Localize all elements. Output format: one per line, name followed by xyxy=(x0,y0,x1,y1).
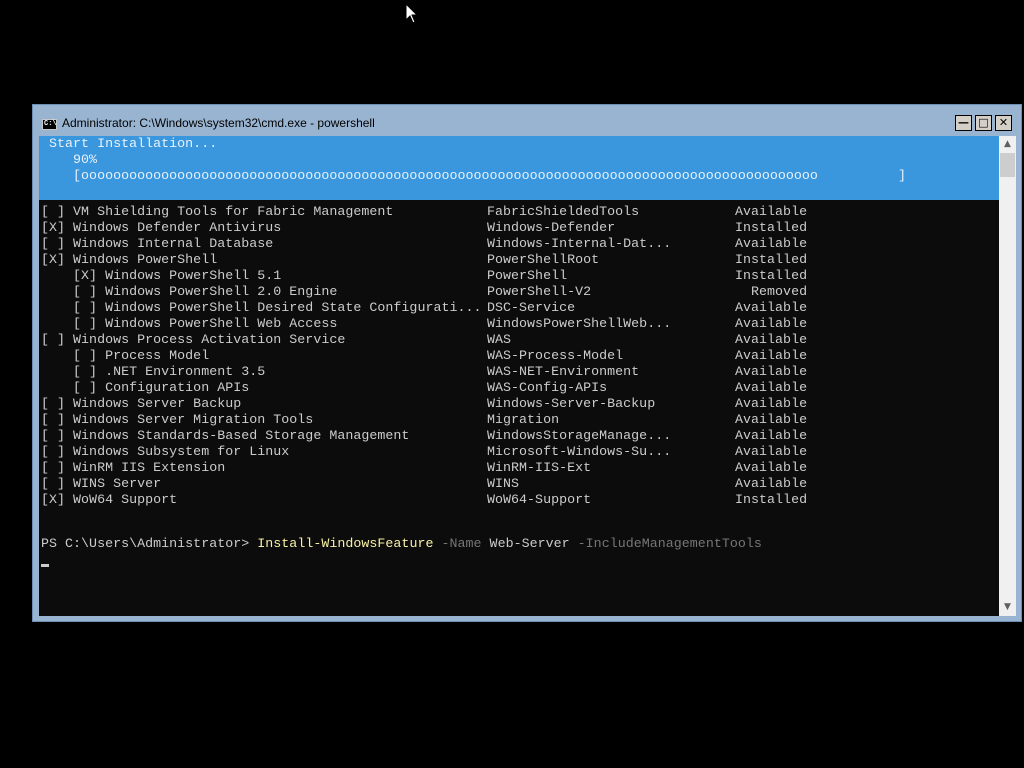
feature-install-state: Available xyxy=(735,364,808,379)
feature-name: FabricShieldedTools xyxy=(487,204,640,219)
feature-display-name: [ ] WinRM IIS Extension xyxy=(41,460,226,475)
scroll-up-arrow-icon[interactable]: ▲ xyxy=(999,136,1016,153)
feature-display-name: [ ] VM Shielding Tools for Fabric Manage… xyxy=(41,204,394,219)
feature-install-state: Available xyxy=(735,428,808,443)
vertical-scrollbar[interactable]: ▲ ▼ xyxy=(999,136,1016,616)
feature-display-name: [ ] Windows Standards-Based Storage Mana… xyxy=(41,428,410,443)
feature-install-state: Available xyxy=(735,412,808,427)
text-cursor xyxy=(41,564,49,567)
feature-install-state: Installed xyxy=(735,252,808,267)
feature-display-name: [ ] Process Model xyxy=(41,348,210,363)
window-title: Administrator: C:\Windows\system32\cmd.e… xyxy=(62,116,375,130)
feature-install-state: Available xyxy=(735,476,808,491)
progress-percent: 90% xyxy=(41,152,98,167)
feature-install-state: Available xyxy=(735,204,808,219)
feature-name: WAS-NET-Environment xyxy=(487,364,640,379)
feature-name: Windows-Server-Backup xyxy=(487,396,656,411)
feature-name: Migration xyxy=(487,412,560,427)
feature-name: WindowsPowerShellWeb... xyxy=(487,316,672,331)
feature-name: WinRM-IIS-Ext xyxy=(487,460,592,475)
command-prompt[interactable]: PS C:\Users\Administrator> Install-Windo… xyxy=(41,536,762,552)
prompt-path: PS C:\Users\Administrator> xyxy=(41,536,258,551)
powershell-window[interactable]: C:\ Administrator: C:\Windows\system32\c… xyxy=(32,104,1022,622)
feature-name: WINS xyxy=(487,476,520,491)
command-param-include: -IncludeManagementTools xyxy=(569,536,762,551)
feature-name: WAS xyxy=(487,332,512,347)
feature-install-state: Removed xyxy=(735,284,808,299)
feature-install-state: Available xyxy=(735,444,808,459)
feature-display-name: [X] Windows PowerShell xyxy=(41,252,218,267)
feature-install-state: Available xyxy=(735,460,808,475)
command-param-name: -Name xyxy=(433,536,482,551)
feature-display-name: [ ] Configuration APIs xyxy=(41,380,250,395)
feature-install-state: Installed xyxy=(735,492,808,507)
feature-display-name: [ ] Windows Server Migration Tools xyxy=(41,412,314,427)
feature-install-state: Available xyxy=(735,300,808,315)
feature-name: WindowsStorageManage... xyxy=(487,428,672,443)
feature-name: PowerShellRoot xyxy=(487,252,600,267)
feature-name: Windows-Defender xyxy=(487,220,616,235)
feature-name: WAS-Process-Model xyxy=(487,348,624,363)
feature-name: Windows-Internal-Dat... xyxy=(487,236,672,251)
scroll-thumb[interactable] xyxy=(1000,153,1015,177)
close-button[interactable]: ✕ xyxy=(995,115,1012,131)
feature-display-name: [X] Windows Defender Antivirus xyxy=(41,220,282,235)
progress-bar: [ooooooooooooooooooooooooooooooooooooooo… xyxy=(41,168,907,183)
feature-name: WoW64-Support xyxy=(487,492,592,507)
console-area[interactable]: Start Installation... 90% [ooooooooooooo… xyxy=(39,136,999,616)
feature-display-name: [ ] Windows PowerShell 2.0 Engine xyxy=(41,284,338,299)
feature-display-name: [ ] Windows PowerShell Web Access xyxy=(41,316,338,331)
feature-install-state: Installed xyxy=(735,268,808,283)
feature-display-name: [ ] Windows PowerShell Desired State Con… xyxy=(41,300,482,315)
feature-display-name: [ ] WINS Server xyxy=(41,476,162,491)
feature-install-state: Available xyxy=(735,316,808,331)
feature-display-name: [ ] Windows Server Backup xyxy=(41,396,242,411)
progress-heading: Start Installation... xyxy=(41,136,218,151)
feature-display-name: [X] Windows PowerShell 5.1 xyxy=(41,268,282,283)
command-value: Web-Server xyxy=(481,536,570,551)
feature-name: PowerShell-V2 xyxy=(487,284,592,299)
feature-display-name: [ ] Windows Subsystem for Linux xyxy=(41,444,290,459)
feature-install-state: Available xyxy=(735,332,808,347)
feature-install-state: Available xyxy=(735,236,808,251)
feature-install-state: Available xyxy=(735,396,808,411)
feature-name: Microsoft-Windows-Su... xyxy=(487,444,672,459)
feature-install-state: Available xyxy=(735,380,808,395)
feature-display-name: [ ] Windows Process Activation Service xyxy=(41,332,346,347)
command-cmdlet: Install-WindowsFeature xyxy=(257,536,434,551)
feature-install-state: Available xyxy=(735,348,808,363)
mouse-pointer-icon xyxy=(405,3,419,24)
minimize-button[interactable]: — xyxy=(955,115,972,131)
feature-display-name: [X] WoW64 Support xyxy=(41,492,178,507)
feature-display-name: [ ] .NET Environment 3.5 xyxy=(41,364,266,379)
scroll-down-arrow-icon[interactable]: ▼ xyxy=(999,599,1016,616)
progress-panel: Start Installation... 90% [ooooooooooooo… xyxy=(39,136,999,200)
feature-name: PowerShell xyxy=(487,268,568,283)
cmd-icon: C:\ xyxy=(42,119,57,130)
feature-name: WAS-Config-APIs xyxy=(487,380,608,395)
feature-name: DSC-Service xyxy=(487,300,576,315)
maximize-button[interactable]: □ xyxy=(975,115,992,131)
feature-install-state: Installed xyxy=(735,220,808,235)
feature-display-name: [ ] Windows Internal Database xyxy=(41,236,274,251)
title-bar[interactable]: C:\ Administrator: C:\Windows\system32\c… xyxy=(33,105,1021,137)
